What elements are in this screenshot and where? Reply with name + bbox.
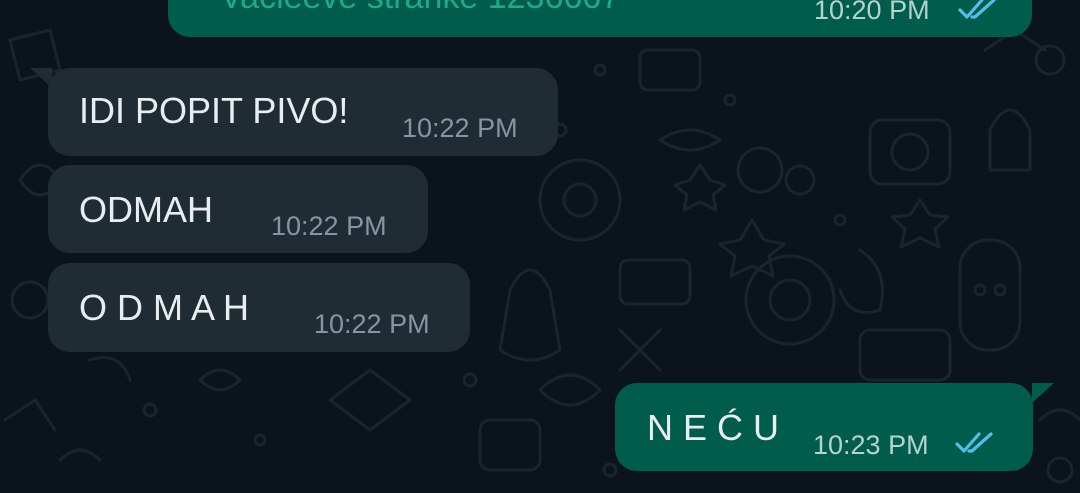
incoming-message-bubble[interactable]: ODMAH 10:22 PM	[48, 165, 428, 253]
message-timestamp: 10:22 PM	[314, 309, 430, 339]
incoming-message-bubble[interactable]: O D M A H 10:22 PM	[48, 263, 470, 352]
message-text: Vacleeve stranke 1236667	[220, 0, 620, 14]
outgoing-message-bubble[interactable]: N E Ć U 10:23 PM	[615, 383, 1033, 471]
message-timestamp: 10:22 PM	[402, 113, 518, 143]
message-timestamp: 10:22 PM	[271, 211, 387, 241]
incoming-message-bubble[interactable]: IDI POPIT PIVO! 10:22 PM	[48, 68, 558, 156]
double-check-icon	[958, 0, 996, 19]
message-text: IDI POPIT PIVO!	[79, 90, 349, 131]
double-check-icon	[955, 432, 993, 453]
outgoing-message-bubble[interactable]: Vacleeve stranke 1236667 10:20 PM	[168, 0, 1032, 37]
bubble-tail	[1032, 383, 1054, 403]
message-timestamp: 10:20 PM	[814, 0, 930, 25]
message-timestamp: 10:23 PM	[813, 430, 929, 460]
message-text: ODMAH	[79, 189, 213, 230]
message-text: N E Ć U	[647, 407, 780, 448]
message-text: O D M A H	[79, 287, 250, 328]
